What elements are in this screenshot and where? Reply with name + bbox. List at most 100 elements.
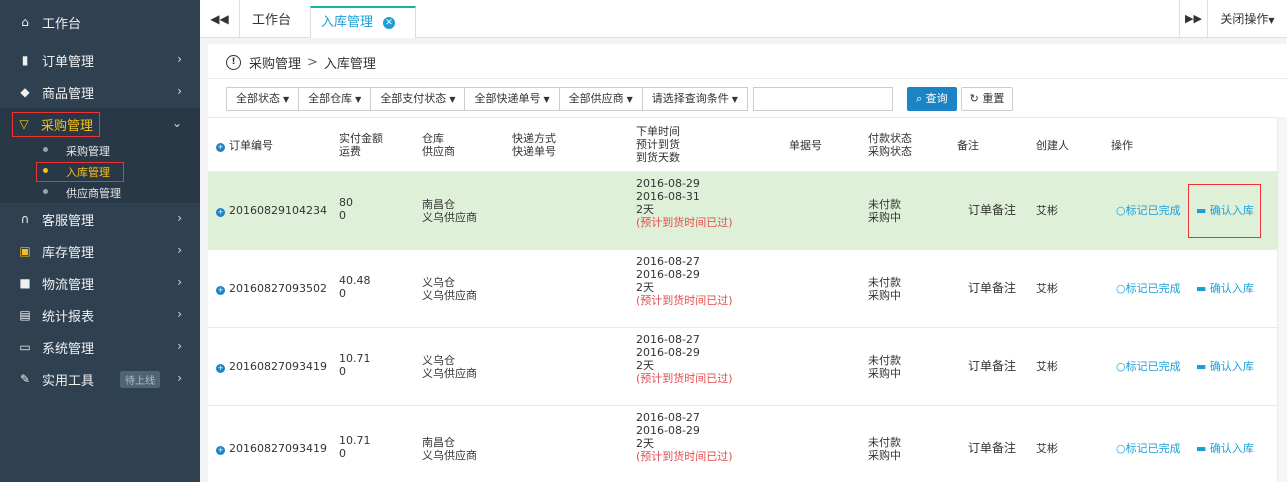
header-order-no[interactable]: + 订单编号 bbox=[216, 139, 273, 152]
close-icon[interactable]: ✕ bbox=[383, 17, 396, 29]
breadcrumb: ! 采购管理 > 入库管理 bbox=[226, 53, 376, 72]
caret-down-icon: ▼ bbox=[543, 95, 550, 104]
mark-done-link[interactable]: ○标记已完成 bbox=[1116, 204, 1181, 217]
status-cell: 未付款 采购中 bbox=[868, 354, 901, 380]
mark-done-link[interactable]: ○标记已完成 bbox=[1116, 442, 1181, 455]
sidebar-item-home[interactable]: ⌂ 工作台 bbox=[0, 0, 200, 44]
table-row[interactable]: +20160827093419 10.71 0 义乌仓 义乌供应商 2016-08-… bbox=[208, 327, 1287, 405]
home-icon: ⌂ bbox=[21, 15, 29, 29]
submenu-item-purchase[interactable]: 采购管理 bbox=[0, 140, 200, 161]
reset-label: 重置 bbox=[982, 92, 1005, 105]
confirm-label: 确认入库 bbox=[1209, 360, 1254, 373]
bullet-icon bbox=[43, 189, 48, 194]
mark-done-link[interactable]: ○标记已完成 bbox=[1116, 360, 1181, 373]
header-remark: 备注 bbox=[957, 139, 979, 152]
sidebar-item-stock[interactable]: ▣ 库存管理 › bbox=[0, 235, 200, 267]
sidebar-item-logistics[interactable]: ■ 物流管理 › bbox=[0, 267, 200, 299]
close-ops-dropdown[interactable]: 关闭操作▼ bbox=[1207, 0, 1287, 38]
filter-condition-dropdown[interactable]: 请选择查询条件 ▼ bbox=[641, 87, 748, 111]
chevron-right-icon: › bbox=[177, 211, 182, 225]
remark-cell: 订单备注 bbox=[968, 281, 1017, 295]
mark-done-label: 标记已完成 bbox=[1125, 204, 1181, 217]
submenu-item-inbound[interactable]: 入库管理 bbox=[0, 161, 200, 182]
filter-payment-dropdown[interactable]: 全部支付状态 ▼ bbox=[370, 87, 466, 111]
sidebar-item-service[interactable]: ∩ 客服管理 › bbox=[0, 203, 200, 235]
chevron-right-icon: › bbox=[177, 307, 182, 321]
header-label: 下单时间 bbox=[636, 125, 680, 138]
caret-down-icon: ▼ bbox=[626, 95, 633, 104]
order-no-cell[interactable]: +20160827093502 bbox=[216, 282, 327, 295]
tab-bar: ◀◀ 工作台 入库管理 ✕ ▶▶ 关闭操作▼ bbox=[200, 0, 1287, 38]
sidebar-item-purchase[interactable]: ▽ 采购管理 ⌄ bbox=[0, 108, 200, 140]
order-time: 2016-08-27 bbox=[636, 333, 700, 346]
tab-home[interactable]: 工作台 bbox=[252, 6, 291, 38]
filter-label: 全部仓库 bbox=[308, 92, 353, 105]
tab-scroll-left-button[interactable]: ◀◀ bbox=[200, 0, 240, 38]
amount: 10.71 bbox=[339, 434, 371, 447]
filter-supplier-dropdown[interactable]: 全部供应商 ▼ bbox=[558, 87, 643, 111]
plus-circle-icon[interactable]: + bbox=[216, 364, 225, 373]
confirm-inbound-link[interactable]: ▬ 确认入库 bbox=[1196, 442, 1254, 455]
table-row[interactable]: +20160827093419 10.71 0 南昌仓 义乌供应商 2016-08-… bbox=[208, 405, 1287, 482]
filter-bar: 全部状态 ▼ 全部仓库 ▼ 全部支付状态 ▼ 全部快递单号 ▼ 全部供应商 ▼ 请选择查询… bbox=[226, 87, 1014, 111]
header-creator: 创建人 bbox=[1036, 139, 1069, 152]
vertical-scrollbar[interactable] bbox=[1277, 117, 1287, 482]
mark-done-link[interactable]: ○标记已完成 bbox=[1116, 282, 1181, 295]
plus-circle-icon: + bbox=[216, 143, 225, 152]
chevron-right-icon: › bbox=[177, 52, 182, 66]
header-label: 仓库 bbox=[422, 132, 444, 145]
search-input[interactable] bbox=[752, 87, 893, 111]
caret-down-icon: ▼ bbox=[355, 95, 362, 104]
order-time: 2016-08-29 bbox=[636, 177, 700, 190]
creator-cell: 艾彬 bbox=[1036, 282, 1058, 295]
supplier: 义乌供应商 bbox=[422, 289, 477, 302]
filter-status-dropdown[interactable]: 全部状态 ▼ bbox=[226, 87, 300, 111]
sidebar-item-system[interactable]: ▭ 系统管理 › bbox=[0, 331, 200, 363]
plus-circle-icon[interactable]: + bbox=[216, 208, 225, 217]
caret-down-icon: ▼ bbox=[1268, 16, 1275, 25]
table-row[interactable]: +20160829104234 80 0 南昌仓 义乌供应商 2016-08-29 2… bbox=[208, 171, 1287, 249]
table-header: + 订单编号 实付金额 运费 仓库 供应商 快递方式 快递单号 下单时间 预计到货 到货天数… bbox=[208, 117, 1287, 171]
filter-warehouse-dropdown[interactable]: 全部仓库 ▼ bbox=[298, 87, 372, 111]
sidebar-item-tools[interactable]: ✎ 实用工具 待上线 › bbox=[0, 363, 200, 395]
query-button[interactable]: ⌕ 查询 bbox=[906, 87, 957, 111]
submenu-item-label: 供应商管理 bbox=[66, 186, 121, 200]
pay-status: 未付款 bbox=[868, 436, 901, 449]
warehouse: 南昌仓 bbox=[422, 436, 455, 449]
reset-button[interactable]: ↻ 重置 bbox=[960, 87, 1014, 111]
order-no-cell[interactable]: +20160827093419 bbox=[216, 442, 327, 455]
breadcrumb-root[interactable]: 采购管理 bbox=[249, 53, 301, 72]
plus-circle-icon[interactable]: + bbox=[216, 446, 225, 455]
submenu-item-label: 采购管理 bbox=[66, 144, 110, 158]
submenu-item-supplier[interactable]: 供应商管理 bbox=[0, 182, 200, 203]
chevron-right-icon: › bbox=[177, 339, 182, 353]
eta: 2016-08-31 bbox=[636, 190, 700, 203]
amount: 40.48 bbox=[339, 274, 371, 287]
header-label: 付款状态 bbox=[868, 132, 912, 145]
header-label: 预计到货 bbox=[636, 138, 680, 151]
tab-inbound[interactable]: 入库管理 ✕ bbox=[310, 6, 416, 38]
table-row[interactable]: +20160827093502 40.48 0 义乌仓 义乌供应商 2016-08-… bbox=[208, 249, 1287, 327]
order-no-cell[interactable]: +20160829104234 bbox=[216, 204, 327, 217]
headset-icon: ∩ bbox=[20, 212, 30, 226]
confirm-inbound-link[interactable]: ▬ 确认入库 bbox=[1196, 282, 1254, 295]
eta: 2016-08-29 bbox=[636, 268, 700, 281]
supplier: 义乌供应商 bbox=[422, 211, 477, 224]
warehouse-cell: 义乌仓 义乌供应商 bbox=[422, 354, 477, 380]
header-label: 供应商 bbox=[422, 145, 455, 158]
monitor-icon: ▭ bbox=[19, 340, 31, 354]
sidebar-item-reports[interactable]: ▤ 统计报表 › bbox=[0, 299, 200, 331]
highlight-box bbox=[36, 162, 124, 182]
tab-scroll-right-button[interactable]: ▶▶ bbox=[1179, 0, 1207, 38]
sidebar-item-products[interactable]: ◆ 商品管理 › bbox=[0, 76, 200, 108]
filter-express-dropdown[interactable]: 全部快递单号 ▼ bbox=[464, 87, 560, 111]
order-no-cell[interactable]: +20160827093419 bbox=[216, 360, 327, 373]
amount-cell: 40.48 0 bbox=[339, 274, 371, 300]
tag-icon: ◆ bbox=[20, 85, 30, 99]
confirm-inbound-link[interactable]: ▬ 确认入库 bbox=[1196, 360, 1254, 373]
plus-circle-icon[interactable]: + bbox=[216, 286, 225, 295]
circle-icon: ○ bbox=[1116, 442, 1126, 455]
sidebar-item-orders[interactable]: ▮ 订单管理 › bbox=[0, 44, 200, 76]
sidebar-item-label: 实用工具 bbox=[42, 373, 95, 389]
breadcrumb-separator: > bbox=[307, 55, 318, 70]
